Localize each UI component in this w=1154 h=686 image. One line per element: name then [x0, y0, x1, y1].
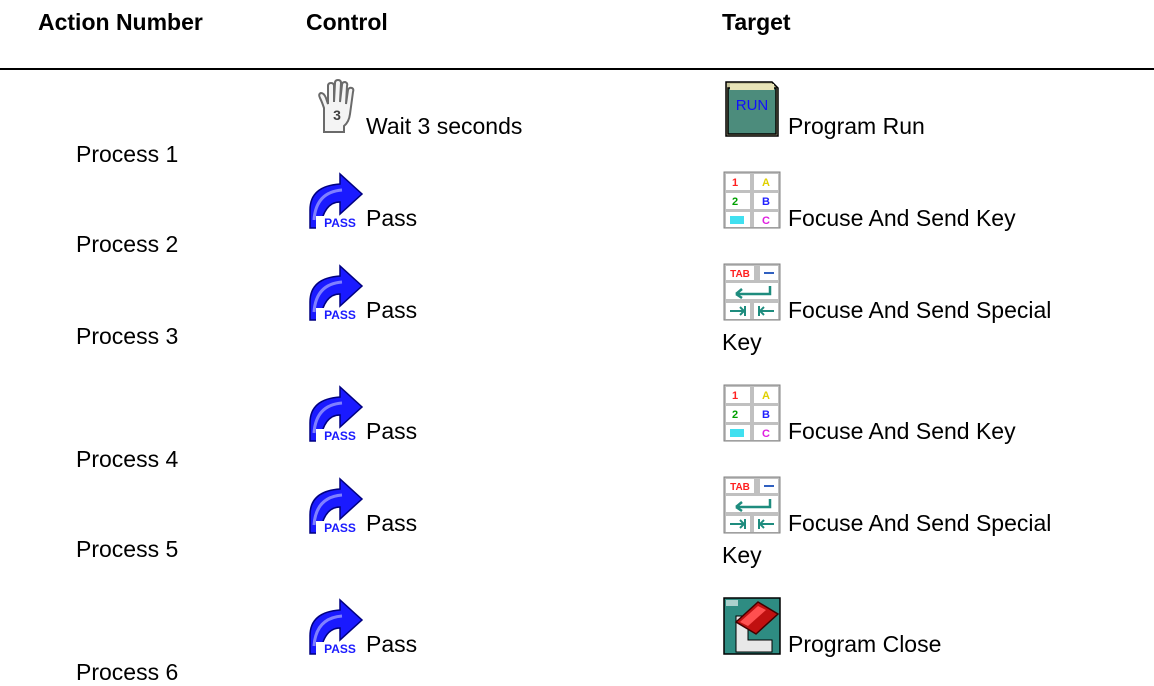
target-cell: TAB Focuse And Send Special Key [722, 475, 1142, 568]
svg-text:C: C [762, 428, 770, 440]
svg-text:B: B [762, 196, 770, 208]
header-action-number: Action Number [38, 9, 203, 35]
svg-text:TAB: TAB [730, 482, 750, 493]
control-cell: 3 Wait 3 seconds [306, 78, 686, 139]
control-label: Pass [366, 205, 418, 231]
action-number-cell: Process 6 [76, 659, 179, 685]
pass-arrow-icon: PASS [306, 383, 366, 443]
control-cell: PASS Pass [306, 475, 686, 536]
header-target: Target [722, 9, 791, 35]
program-run-icon: RUN [722, 78, 782, 138]
target-label: Focuse And Send Special [788, 297, 1052, 323]
control-label: Pass [366, 297, 418, 323]
target-cell: 1 A 2 B C Focuse And Send Key [722, 383, 1142, 471]
svg-text:2: 2 [732, 196, 738, 208]
svg-text:RUN: RUN [736, 97, 769, 114]
table-row: Process 5 PASS Pass TAB Focuse And Send … [0, 475, 1154, 568]
svg-text:PASS: PASS [324, 521, 356, 535]
control-label: Pass [366, 510, 418, 536]
target-label: Program Run [788, 113, 925, 139]
svg-text:PASS: PASS [324, 642, 356, 656]
send-key-icon: 1 A 2 B C [722, 170, 782, 230]
control-label: Pass [366, 418, 418, 444]
program-close-icon [722, 596, 782, 656]
control-cell: PASS Pass [306, 383, 686, 444]
svg-text:A: A [762, 177, 770, 189]
target-cell: 1 A 2 B C Focuse And Send Key [722, 170, 1142, 258]
svg-text:A: A [762, 390, 770, 402]
svg-text:1: 1 [732, 390, 738, 402]
svg-text:B: B [762, 409, 770, 421]
svg-text:1: 1 [732, 177, 738, 189]
pass-arrow-icon: PASS [306, 262, 366, 322]
control-cell: PASS Pass [306, 262, 686, 323]
pass-arrow-icon: PASS [306, 596, 366, 656]
svg-text:PASS: PASS [324, 308, 356, 322]
target-label: Program Close [788, 631, 942, 657]
target-cell: TAB Focuse And Send Special Key [722, 262, 1142, 355]
target-label: Focuse And Send Special [788, 510, 1052, 536]
target-label-continued: Key [722, 542, 762, 568]
target-label-continued: Key [722, 329, 762, 355]
send-special-key-icon: TAB [722, 475, 782, 535]
svg-text:PASS: PASS [324, 216, 356, 230]
svg-text:2: 2 [732, 409, 738, 421]
table-row: Process 3 PASS Pass TAB Focuse And Send … [0, 262, 1154, 355]
svg-text:3: 3 [333, 107, 341, 123]
action-number-cell: Process 3 [76, 323, 179, 349]
pass-arrow-icon: PASS [306, 170, 366, 230]
control-label: Pass [366, 631, 418, 657]
table-row: Process 1 3 Wait 3 seconds RUN Program R… [0, 78, 1154, 167]
header-control: Control [306, 9, 388, 35]
action-number-cell: Process 4 [76, 446, 179, 472]
header-divider [0, 68, 1154, 70]
svg-text:C: C [762, 215, 770, 227]
control-cell: PASS Pass [306, 170, 686, 231]
send-key-icon: 1 A 2 B C [722, 383, 782, 443]
target-label: Focuse And Send Key [788, 205, 1016, 231]
control-label: Wait 3 seconds [366, 113, 523, 139]
target-cell: RUN Program Run [722, 78, 1142, 166]
control-cell: PASS Pass [306, 596, 686, 657]
target-label: Focuse And Send Key [788, 418, 1016, 444]
table-row: Process 6 PASS Pass Program Close [0, 596, 1154, 685]
svg-text:PASS: PASS [324, 429, 356, 443]
action-number-cell: Process 1 [76, 141, 179, 167]
table-row: Process 2 PASS Pass 1 A 2 B C Focuse And… [0, 170, 1154, 258]
action-number-cell: Process 2 [76, 231, 179, 257]
target-cell: Program Close [722, 596, 1142, 684]
table-row: Process 4 PASS Pass 1 A 2 B C Focuse And… [0, 383, 1154, 472]
pass-arrow-icon: PASS [306, 475, 366, 535]
svg-text:TAB: TAB [730, 269, 750, 280]
send-special-key-icon: TAB [722, 262, 782, 322]
hand-wait-icon: 3 [306, 78, 366, 138]
action-number-cell: Process 5 [76, 536, 179, 562]
